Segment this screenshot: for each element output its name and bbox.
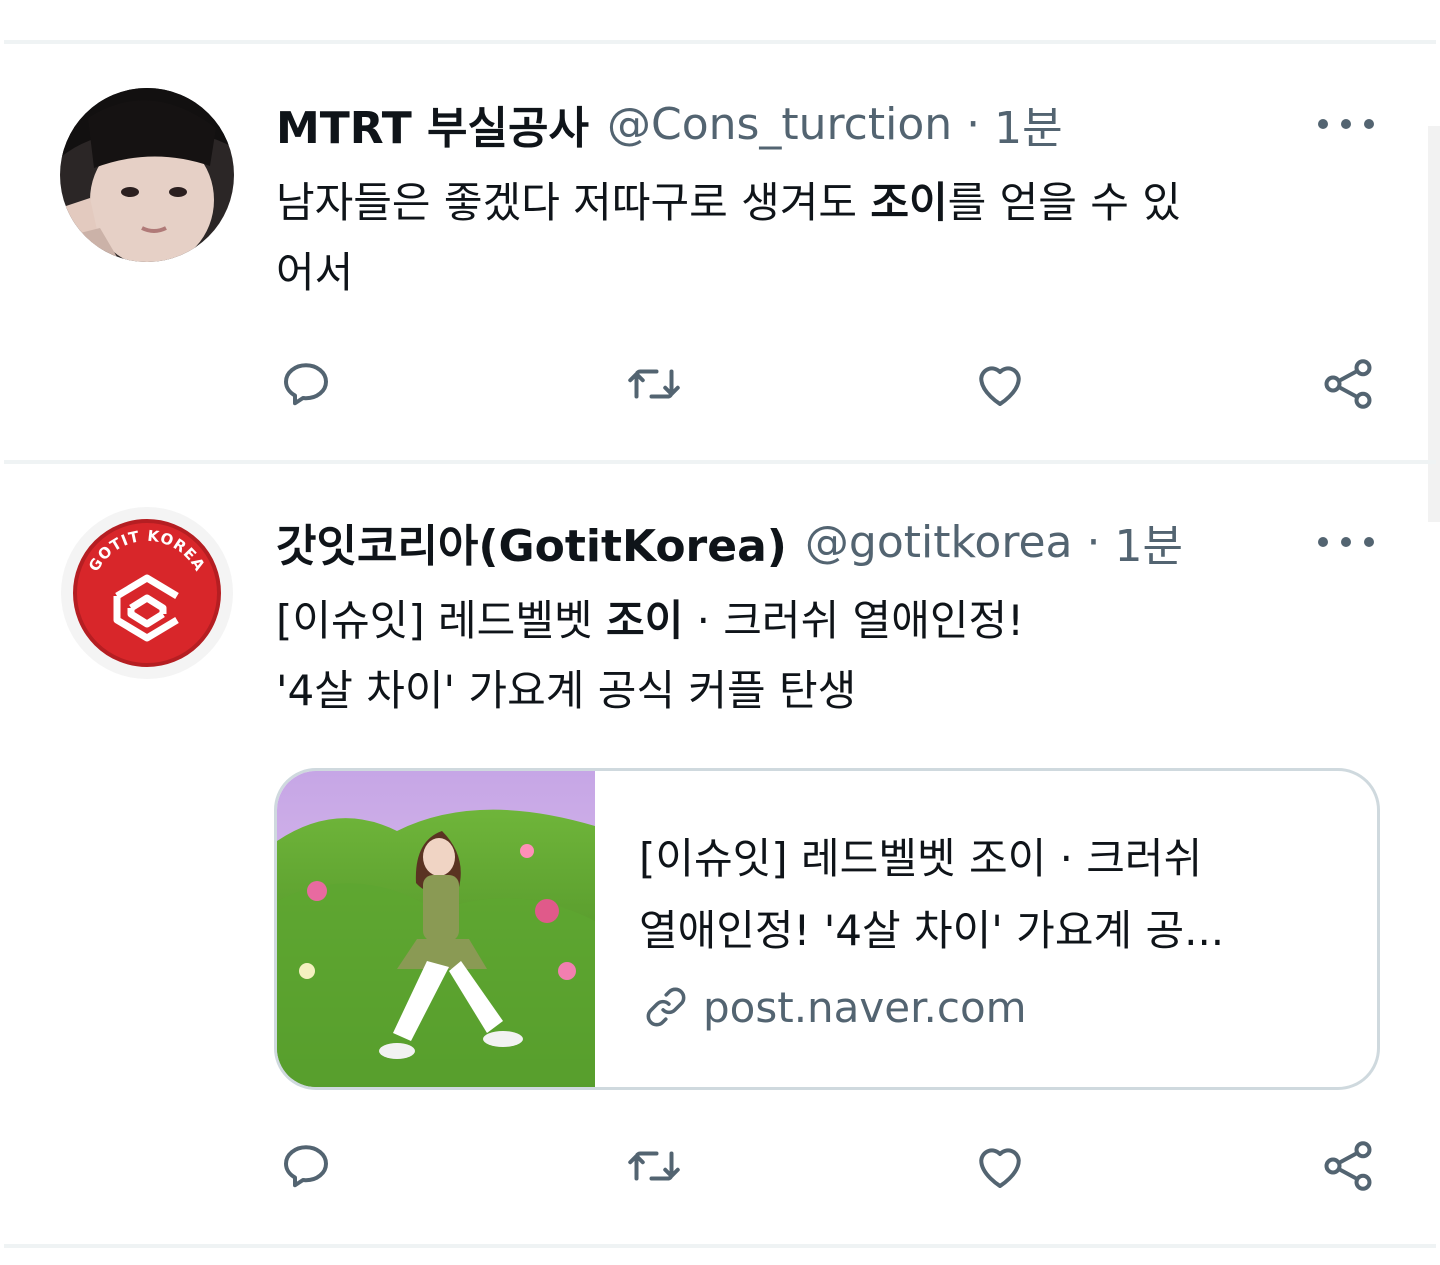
retweet-button[interactable] [622,352,686,416]
tweet-header: 갓잇코리아(GotitKorea) @gotitkorea · 1분 [276,510,1183,574]
tweet-text-line-1: 남자들은 좋겠다 저따구로 생겨도 조이를 얻을 수 있 [276,178,1181,227]
retweet-icon [628,369,680,399]
like-icon [979,366,1021,406]
card-domain-text: post.naver.com [703,982,1027,1032]
tweet-header: MTRT 부실공사 @Cons_turction · 1분 [276,92,1063,156]
separator-dot: · [966,98,981,150]
tweet-text: [이슈잇] 레드벨벳 조이 · 크러쉬 열애인정! '4살 차이' 가요계 공식… [276,586,1024,726]
reply-icon [284,1145,328,1188]
share-button[interactable] [1316,1134,1380,1198]
tweet-text-line-2: '4살 차이' 가요계 공식 커플 탄생 [276,666,857,715]
action-bar [0,352,1440,416]
tweet-text: 남자들은 좋겠다 저따구로 생겨도 조이를 얻을 수 있 어서 [276,168,1181,308]
display-name[interactable]: 갓잇코리아(GotitKorea) [276,510,787,574]
share-icon [1324,1141,1372,1191]
link-icon [646,987,686,1027]
tweet-text-line-2: 어서 [276,248,354,297]
highlight-keyword: 조이 [605,596,684,645]
share-icon [1324,359,1372,409]
tweet-text-line-1: [이슈잇] 레드벨벳 조이 · 크러쉬 열애인정! [276,596,1024,645]
timestamp[interactable]: 1분 [1114,510,1182,574]
user-handle[interactable]: @Cons_turction [607,99,952,150]
card-thumbnail [277,771,595,1087]
share-button[interactable] [1316,352,1380,416]
reply-icon [284,363,328,406]
avatar[interactable]: GOTIT KOREA [60,506,234,680]
separator-dot: · [1086,516,1101,568]
bottom-divider [4,1244,1436,1248]
tweet-divider [4,460,1436,464]
user-handle[interactable]: @gotitkorea [805,517,1073,568]
like-button[interactable] [968,352,1032,416]
gotitkorea-logo: GOTIT KOREA [61,507,233,679]
like-button[interactable] [968,1134,1032,1198]
card-title[interactable]: [이슈잇] 레드벨벳 조이 · 크러쉬 열애인정! '4살 차이' 가요계 공.… [639,823,1339,967]
avatar[interactable] [60,88,234,262]
card-domain[interactable]: post.naver.com [641,977,1027,1037]
display-name[interactable]: MTRT 부실공사 [276,92,589,156]
like-icon [979,1148,1021,1188]
more-icon[interactable] [1318,104,1374,144]
retweet-button[interactable] [622,1134,686,1198]
timestamp[interactable]: 1분 [994,92,1062,156]
more-icon[interactable] [1318,522,1374,562]
top-divider [4,40,1436,44]
reply-button[interactable] [274,1134,338,1198]
link-card[interactable]: [이슈잇] 레드벨벳 조이 · 크러쉬 열애인정! '4살 차이' 가요계 공.… [274,768,1380,1090]
avatar-photo [60,88,234,262]
highlight-keyword: 조이 [870,178,948,227]
action-bar [0,1134,1440,1198]
retweet-icon [628,1151,680,1181]
card-photo [277,771,595,1087]
reply-button[interactable] [274,352,338,416]
